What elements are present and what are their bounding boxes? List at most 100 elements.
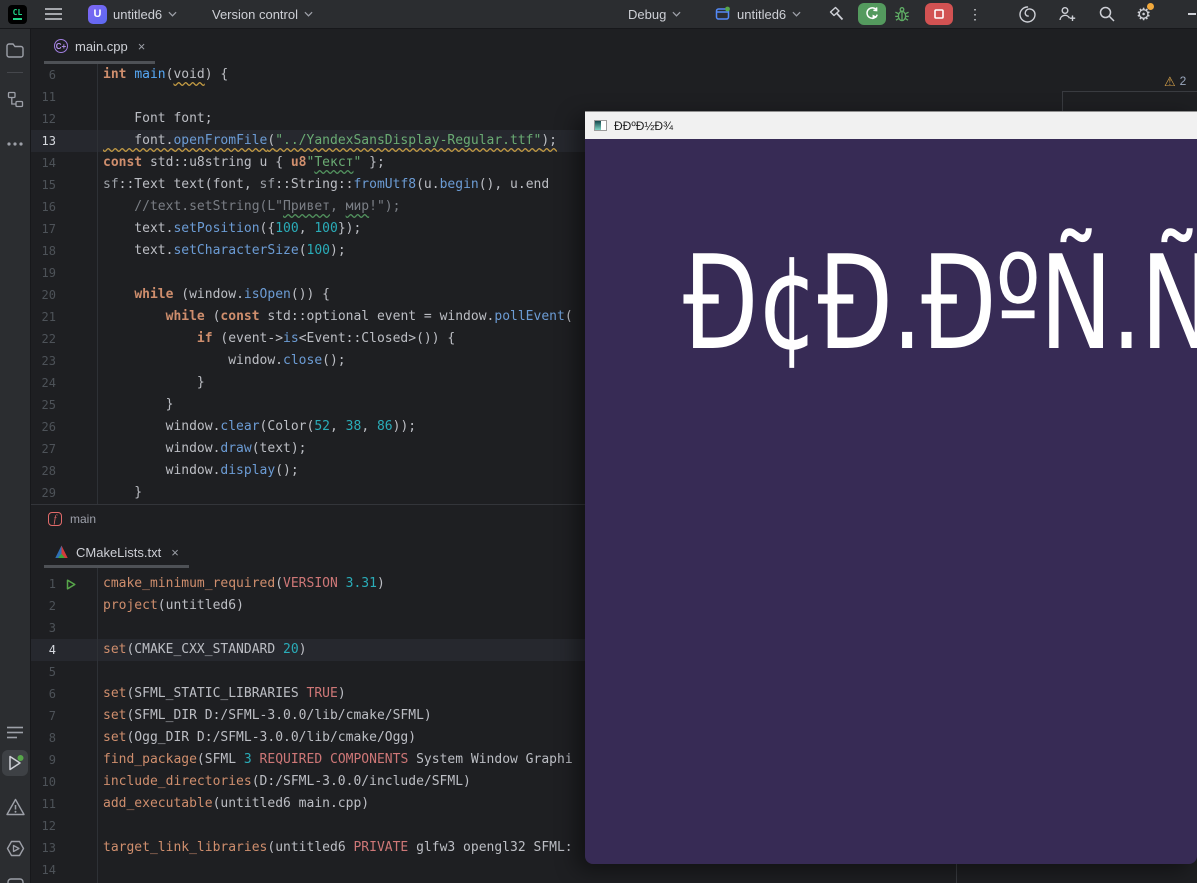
code-text: cmake_minimum_required(VERSION 3.31) (103, 576, 385, 591)
chevron-down-icon (792, 11, 801, 17)
line-number: 26 (41, 420, 56, 434)
hammer-icon (829, 6, 844, 21)
project-selector[interactable]: U untitled6 (88, 0, 177, 28)
code-text: set(Ogg_DIR D:/SFML-3.0.0/lib/cmake/Ogg) (103, 730, 417, 745)
code-text: const std::u8string u { u8"Текст" }; (103, 155, 385, 170)
line-number: 28 (41, 464, 56, 478)
app-window-icon (715, 6, 730, 20)
line-number: 12 (41, 112, 56, 126)
problems-tool-button[interactable] (0, 793, 30, 821)
gutter (56, 460, 97, 482)
line-number: 16 (41, 200, 56, 214)
line-number: 17 (41, 222, 56, 236)
editor1-tabbar: C+ main.cpp × (30, 28, 1197, 64)
stop-icon (925, 3, 953, 25)
run-mode-selector[interactable]: Debug (628, 0, 681, 28)
line-number: 15 (41, 178, 56, 192)
hexagon-play-icon (6, 840, 24, 856)
code-text: while (const std::optional event = windo… (165, 309, 573, 324)
rerun-button[interactable] (858, 0, 886, 28)
line-number: 3 (48, 621, 56, 635)
sfml-app-window[interactable]: ÐÐºÐ½Ð¾ Ð¢Ð.ÐºÑ.Ñ‚ (585, 111, 1197, 864)
code-text: set(SFML_STATIC_LIBRARIES TRUE) (103, 686, 346, 701)
cmake-icon (55, 545, 68, 558)
line-number: 10 (41, 775, 56, 789)
gutter (56, 372, 97, 394)
run-config-name: untitled6 (737, 6, 787, 22)
code-text: text.setPosition({100, 100}); (103, 221, 362, 236)
build-button[interactable] (828, 0, 845, 28)
code-text: text.setCharacterSize(100); (103, 243, 346, 258)
chevron-down-icon (304, 11, 313, 17)
main-toolbar: CL U untitled6 Version control Debug unt… (0, 0, 1197, 29)
code-line[interactable]: 11 (30, 86, 1197, 108)
user-plus-icon (1059, 7, 1076, 21)
app-window-titlebar[interactable]: ÐÐºÐ½Ð¾ (585, 111, 1197, 139)
gutter (56, 240, 97, 262)
line-number: 25 (41, 398, 56, 412)
close-icon[interactable]: × (138, 39, 146, 54)
main-menu-button[interactable] (45, 0, 62, 28)
project-tool-button[interactable] (0, 36, 30, 64)
project-name: untitled6 (113, 6, 163, 22)
code-text: set(CMAKE_CXX_STANDARD 20) (103, 642, 307, 657)
minimize-icon (1188, 13, 1196, 15)
terminal-tool-button[interactable] (0, 872, 30, 883)
chevron-down-icon (672, 11, 681, 17)
app-window-title: ÐÐºÐ½Ð¾ (614, 118, 674, 133)
run-config-selector[interactable]: untitled6 (714, 0, 801, 28)
tab-cmakelists[interactable]: CMakeLists.txt × (44, 536, 189, 568)
code-text: font.openFromFile("../YandexSansDisplay-… (103, 133, 557, 148)
line-number: 13 (41, 134, 56, 148)
notification-dot (1147, 2, 1155, 10)
line-number: 24 (41, 376, 56, 390)
run-mode-label: Debug (628, 6, 667, 22)
play-icon (9, 755, 24, 771)
vcs-label: Version control (212, 6, 298, 22)
gutter (56, 771, 97, 793)
code-text: window.close(); (103, 353, 346, 368)
tab-main-cpp[interactable]: C+ main.cpp × (44, 28, 156, 64)
close-icon[interactable]: × (171, 545, 179, 560)
minimize-button[interactable] (1188, 0, 1196, 28)
ai-assistant-button[interactable] (1018, 0, 1037, 28)
more-actions-button[interactable]: ⋮ (968, 0, 982, 28)
structure-tool-button[interactable] (0, 85, 30, 113)
code-with-me-button[interactable] (1058, 0, 1077, 28)
rendered-text: Ð¢Ð.ÐºÑ.Ñ‚ (683, 227, 1197, 379)
function-icon: f (48, 512, 62, 526)
stop-button[interactable] (925, 0, 953, 28)
app-window-content: Ð¢Ð.ÐºÑ.Ñ‚ (585, 139, 1197, 864)
code-text: } (103, 397, 174, 412)
line-number: 2 (48, 599, 56, 613)
more-tool-windows-button[interactable] (0, 130, 30, 158)
line-number: 12 (41, 819, 56, 833)
code-line[interactable]: 6 int main(void) { (30, 64, 1197, 86)
search-icon (1099, 6, 1115, 22)
bug-icon (895, 7, 909, 22)
lines-icon (7, 726, 23, 738)
hierarchy-icon (7, 91, 23, 107)
line-number: 27 (41, 442, 56, 456)
line-number: 9 (48, 753, 56, 767)
gutter (56, 661, 97, 683)
line-number: 4 (48, 643, 56, 657)
debug-button[interactable] (893, 0, 911, 28)
notifications-tool-button[interactable] (0, 718, 30, 746)
search-everywhere-button[interactable] (1098, 0, 1116, 28)
run-tool-button[interactable] (2, 750, 28, 776)
chevron-down-icon (168, 11, 177, 17)
services-tool-button[interactable] (0, 834, 30, 862)
settings-button[interactable]: ⚙ (1136, 0, 1155, 28)
line-number: 1 (48, 577, 56, 591)
vcs-widget[interactable]: Version control (212, 0, 313, 28)
gutter (56, 328, 97, 350)
breadcrumb-label: main (70, 512, 97, 526)
gutter (56, 705, 97, 727)
gutter (56, 438, 97, 460)
run-line-icon[interactable] (56, 573, 97, 595)
